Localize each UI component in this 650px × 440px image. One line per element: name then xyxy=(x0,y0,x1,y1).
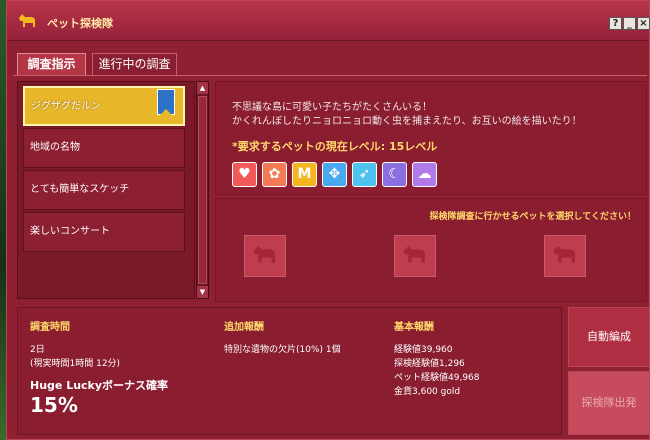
auto-formation-button[interactable]: 自動編成 xyxy=(568,307,650,367)
pet-slot-2[interactable] xyxy=(394,235,436,277)
time-value: 2日 xyxy=(30,345,45,355)
list-item-label: ジグザグだルン xyxy=(31,101,101,112)
pet-slot-3[interactable] xyxy=(544,235,586,277)
list-item-concert[interactable]: 楽しいコンサート xyxy=(23,212,185,252)
tab-ongoing-investigations[interactable]: 進行中の調査 xyxy=(92,53,177,75)
investigation-time-section: 調査時間 2日 (現実時間1時間 12分) Huge Luckyボーナス確率 1… xyxy=(30,318,168,417)
paw-icon: ✥ xyxy=(322,162,347,187)
list-item-local-specialty[interactable]: 地域の名物 xyxy=(23,128,185,168)
extra-reward-section: 追加報酬 特別な遺物の欠片(10%) 1個 xyxy=(224,318,341,357)
huge-lucky-value: 15% xyxy=(30,393,78,417)
real-time-value: (現実時間1時間 12分) xyxy=(30,359,121,369)
list-item-zigzag[interactable]: ジグザグだルン xyxy=(23,86,185,126)
seal-icon: ☾ xyxy=(382,162,407,187)
extra-reward-heading: 追加報酬 xyxy=(224,322,264,333)
basic-reward-section: 基本報酬 経験値39,960 探検経験値1,296 ペット経験値49,968 金… xyxy=(394,318,480,399)
flower-icon: ✿ xyxy=(262,162,287,187)
dog-silhouette-icon xyxy=(553,246,575,263)
scroll-up-arrow[interactable]: ▲ xyxy=(197,82,208,94)
heart-icon: ♥ xyxy=(232,162,257,187)
info-panel: 調査時間 2日 (現実時間1時間 12分) Huge Luckyボーナス確率 1… xyxy=(17,307,562,435)
bookmark-icon xyxy=(157,89,175,115)
tab-investigation-orders[interactable]: 調査指示 xyxy=(17,53,86,75)
list-item-easy-sketch[interactable]: とても簡単なスケッチ xyxy=(23,170,185,210)
reward-exp: 経験値39,960 xyxy=(394,345,453,355)
pet-selection-panel: 探検隊調査に行かせるペットを選択してください！ xyxy=(215,198,647,302)
m-icon: M xyxy=(292,162,317,187)
time-heading: 調査時間 xyxy=(30,322,70,333)
huge-lucky-label: Huge Luckyボーナス確率 xyxy=(30,379,169,392)
help-button[interactable]: ? xyxy=(609,17,622,30)
list-scrollbar[interactable]: ▲ ▼ xyxy=(196,81,209,299)
pet-expedition-window: ペット探検隊 ? _ × 調査指示 進行中の調査 ジグザグだルン 地域の名物 と… xyxy=(6,0,650,440)
investigation-list: ジグザグだルン 地域の名物 とても簡単なスケッチ 楽しいコンサート xyxy=(17,81,195,299)
description-line-1: 不思議な島に可愛い子たちがたくさんいる！ xyxy=(232,102,432,113)
list-item-label: 地域の名物 xyxy=(30,142,80,153)
expedition-start-button[interactable]: 探検隊出発 xyxy=(568,371,650,435)
list-item-label: とても簡単なスケッチ xyxy=(30,184,130,195)
dog-icon xyxy=(19,14,35,27)
title-bar[interactable]: ペット探検隊 ? _ × xyxy=(7,1,650,41)
cloud-icon: ☁ xyxy=(412,162,437,187)
window-title: ペット探検隊 xyxy=(47,17,113,30)
description-line-2: かくれんぼしたりニョロニョロ動く虫を捕まえたり、お互いの絵を描いたり！ xyxy=(232,116,582,127)
pet-slot-1[interactable] xyxy=(244,235,286,277)
tab-divider xyxy=(13,75,647,76)
minimize-button[interactable]: _ xyxy=(623,17,636,30)
wing-icon: ➶ xyxy=(352,162,377,187)
extra-reward-item: 特別な遺物の欠片(10%) 1個 xyxy=(224,345,341,355)
dog-silhouette-icon xyxy=(403,246,425,263)
scroll-down-arrow[interactable]: ▼ xyxy=(197,286,208,298)
reward-expedition-exp: 探検経験値1,296 xyxy=(394,359,465,369)
reward-gold: 金貨3,600 gold xyxy=(394,387,461,397)
close-button[interactable]: × xyxy=(637,17,650,30)
list-item-label: 楽しいコンサート xyxy=(30,226,110,237)
dog-silhouette-icon xyxy=(253,246,275,263)
reward-pet-exp: ペット経験値49,968 xyxy=(394,373,480,383)
description-panel: 不思議な島に可愛い子たちがたくさんいる！ かくれんぼしたりニョロニョロ動く虫を捕… xyxy=(215,81,647,195)
scroll-thumb[interactable] xyxy=(198,96,207,284)
basic-reward-heading: 基本報酬 xyxy=(394,322,434,333)
level-requirement: *要求するペットの現在レベル: 15レベル xyxy=(232,140,438,153)
pet-selection-instruction: 探検隊調査に行かせるペットを選択してください！ xyxy=(429,212,636,222)
